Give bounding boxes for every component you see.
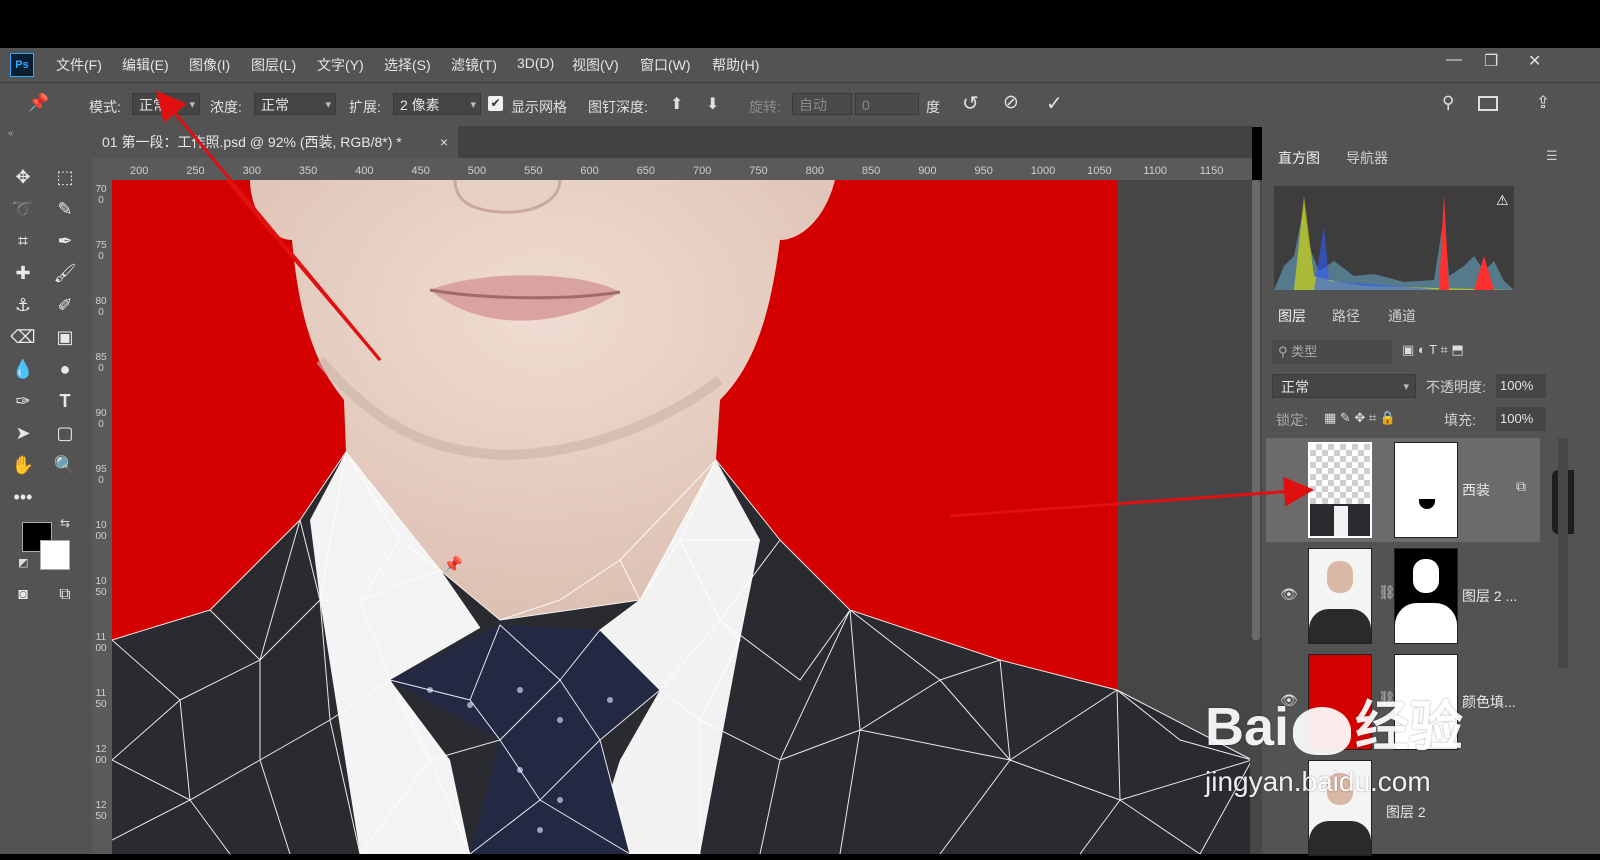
annotation-arrow-to-layer xyxy=(949,476,1314,518)
baidu-paw-icon xyxy=(1293,706,1352,755)
watermark-url: jingyan.baidu.com xyxy=(1205,766,1431,797)
annotation-arrow-to-menu xyxy=(156,90,382,361)
watermark-brand-suffix: 经验 xyxy=(1355,697,1464,757)
watermark-brand: Bai xyxy=(1205,697,1290,757)
baidu-watermark: Bai 经验 xyxy=(1205,682,1463,761)
